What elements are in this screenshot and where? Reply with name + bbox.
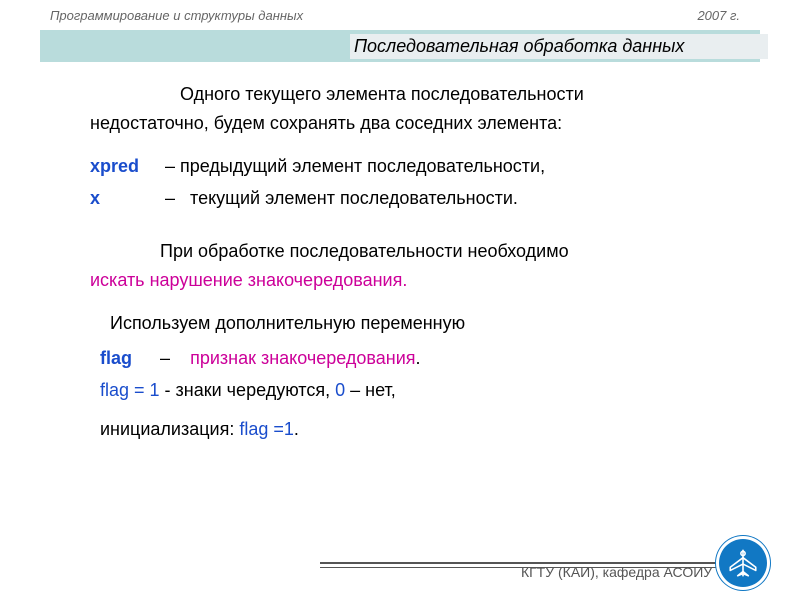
flag-eq1: flag = 1 - знаки чередуются, 0 – нет, <box>100 376 730 405</box>
init-val: flag =1 <box>239 419 294 439</box>
var-x-desc: текущий элемент последовательности. <box>190 188 518 208</box>
var-xpred-desc: предыдущий элемент последовательности, <box>180 156 545 176</box>
p1-line2: недостаточно, будем сохранять два соседн… <box>90 109 730 138</box>
slide-title: Последовательная обработка данных <box>350 34 768 59</box>
init-label: инициализация: <box>100 419 239 439</box>
header-course: Программирование и структуры данных <box>50 8 303 23</box>
footer-org: КГТУ (КАИ), кафедра АСОИУ <box>521 564 712 580</box>
content: Одного текущего элемента последовательно… <box>90 80 730 448</box>
flag-eq1b: - знаки чередуются, <box>160 380 336 400</box>
flag-eq1d: – нет, <box>345 380 396 400</box>
flag-init: инициализация: flag =1. <box>100 415 730 444</box>
dash: – <box>160 348 170 368</box>
header-year: 2007 г. <box>697 8 740 23</box>
var-xpred: xpred – предыдущий элемент последователь… <box>90 152 730 181</box>
slide: Программирование и структуры данных 2007… <box>0 0 800 600</box>
paragraph-2: При обработке последовательности необход… <box>90 237 730 295</box>
flag-block: flag – признак знакочередования. flag = … <box>100 344 730 444</box>
airplane-icon <box>726 546 760 580</box>
init-period: . <box>294 419 299 439</box>
p1-line1: Одного текущего элемента последовательно… <box>90 80 730 109</box>
flag-def: flag – признак знакочередования. <box>100 344 730 373</box>
period: . <box>416 348 421 368</box>
p2-line1: При обработке последовательности необход… <box>90 237 730 266</box>
flag-name: flag <box>100 344 155 373</box>
var-xpred-name: xpred <box>90 152 160 181</box>
p2-line2: искать нарушение знакочередования. <box>90 266 730 295</box>
var-x: x – текущий элемент последовательности. <box>90 184 730 213</box>
footer: КГТУ (КАИ), кафедра АСОИУ 3 <box>521 564 740 580</box>
flag-desc: признак знакочередования <box>190 348 415 368</box>
logo-airplane-icon <box>716 536 770 590</box>
flag-eq1a: flag = 1 <box>100 380 160 400</box>
flag-eq1c: 0 <box>335 380 345 400</box>
paragraph-1: Одного текущего элемента последовательно… <box>90 80 730 138</box>
paragraph-3: Используем дополнительную переменную <box>110 309 730 338</box>
dash: – <box>165 188 175 208</box>
dash: – <box>165 156 175 176</box>
var-x-name: x <box>90 184 160 213</box>
